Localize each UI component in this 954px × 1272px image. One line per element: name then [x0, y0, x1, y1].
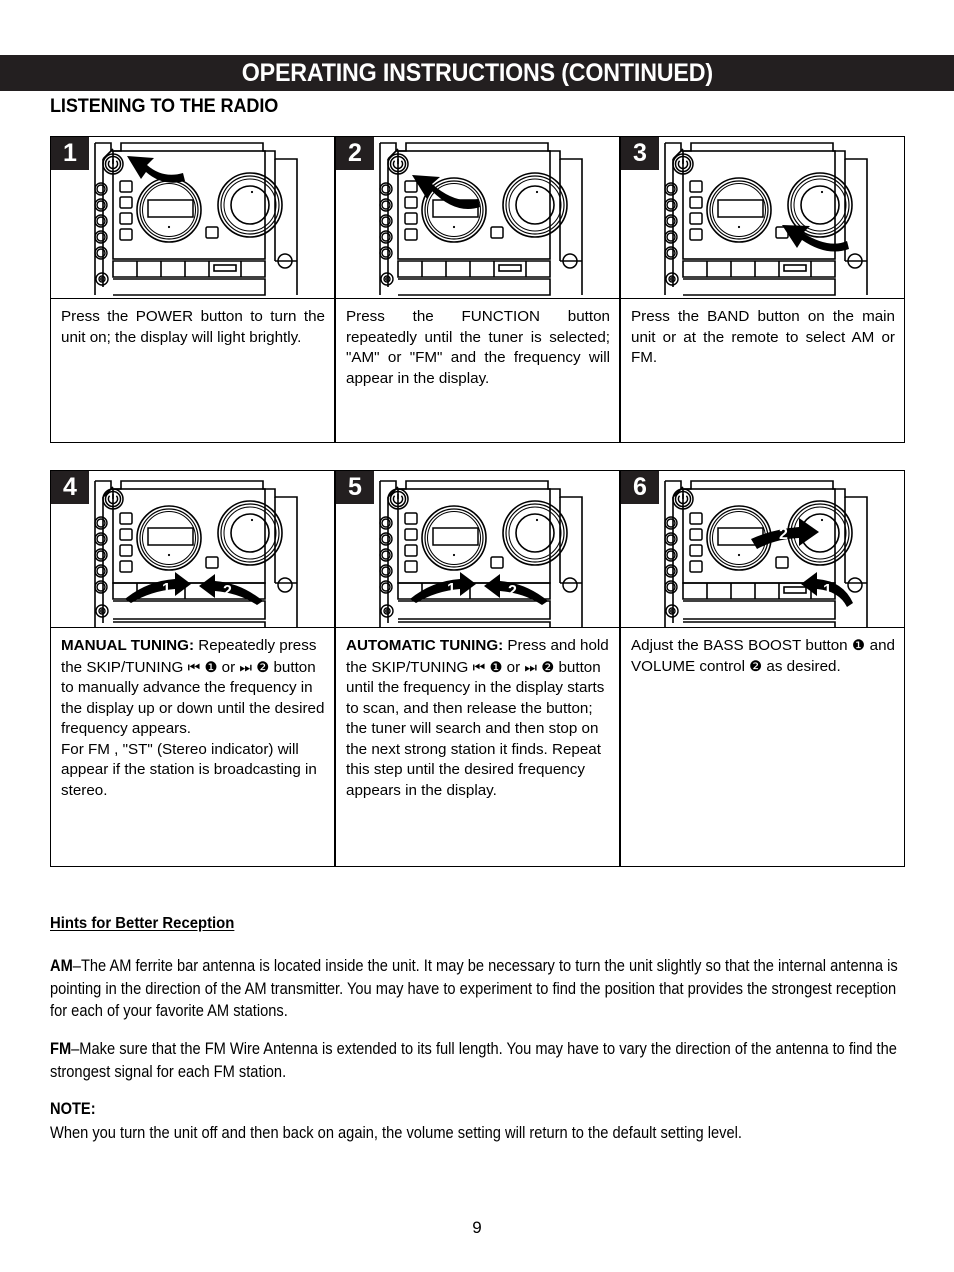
stereo-unit-illustration: 2 1 [664, 480, 868, 627]
hints-heading: Hints for Better Reception [50, 915, 235, 932]
note-paragraph: When you turn the unit off and then back… [50, 1122, 906, 1145]
step-1-text: Press the POWER button to turn the unit … [61, 308, 325, 346]
power-button-icon [102, 153, 124, 175]
step-6-number: 6 [621, 471, 659, 504]
section-heading: LISTENING TO THE RADIO [50, 96, 279, 117]
am-text: –The AM ferrite bar antenna is located i… [50, 957, 898, 1020]
page-header-bar: OPERATING INSTRUCTIONS (CONTINUED) [0, 55, 954, 91]
step-6-text-box: Adjust the BASS BOOST button ❶ and VOLUM… [620, 627, 905, 867]
step-5: 5 1 2 AUTOMATIC TUNING: Press and hold t… [335, 470, 620, 867]
page-number: 9 [472, 1218, 482, 1237]
step-4-diagram: 4 1 2 [50, 470, 335, 627]
step-3-text: Press the BAND button on the main unit o… [631, 308, 895, 366]
step-1-diagram: 1 [50, 136, 335, 298]
step-2: 2 Press the FUNCTION button repeatedly u… [335, 136, 620, 443]
power-button-icon [387, 153, 409, 175]
callout-1-label: 1 [447, 581, 456, 598]
step-6: 6 2 1 Adjust the BASS BOOST button ❶ and… [620, 470, 905, 867]
am-paragraph: AM–The AM ferrite bar antenna is located… [50, 955, 906, 1023]
callout-2-label: 2 [223, 583, 232, 600]
note-text: When you turn the unit off and then back… [50, 1124, 742, 1142]
step-2-diagram: 2 [335, 136, 620, 298]
power-button-icon [672, 153, 694, 175]
fm-text: –Make sure that the FM Wire Antenna is e… [50, 1040, 897, 1081]
stereo-unit-illustration: 1 2 [94, 480, 298, 627]
step-4-text: MANUAL TUNING: Repeatedly press the SKIP… [61, 637, 325, 799]
step-4-text-box: MANUAL TUNING: Repeatedly press the SKIP… [50, 627, 335, 867]
step-2-number: 2 [336, 137, 374, 170]
arrow-to-band-button [782, 225, 849, 252]
step-5-text-box: AUTOMATIC TUNING: Press and hold the SKI… [335, 627, 620, 867]
stereo-unit-illustration [94, 142, 298, 296]
power-button-icon [387, 488, 409, 510]
fm-label: FM [50, 1040, 72, 1058]
step-1-number: 1 [51, 137, 89, 170]
step-3-diagram: 3 [620, 136, 905, 298]
manual-page: OPERATING INSTRUCTIONS (CONTINUED) LISTE… [0, 0, 954, 1272]
step-4: 4 1 2 MANUAL TUNING: Repeatedly press th… [50, 470, 335, 867]
note-heading: NOTE: [50, 1100, 96, 1118]
step-6-text: Adjust the BASS BOOST button ❶ and VOLUM… [631, 637, 896, 675]
stereo-unit-illustration [664, 142, 868, 296]
arrow-to-power-button [127, 156, 185, 183]
am-label: AM [50, 957, 73, 975]
step-1-text-box: Press the POWER button to turn the unit … [50, 298, 335, 443]
stereo-unit-illustration [379, 142, 583, 296]
step-5-text: AUTOMATIC TUNING: Press and hold the SKI… [346, 637, 609, 799]
step-2-text: Press the FUNCTION button repeatedly unt… [346, 308, 610, 387]
callout-2-label: 2 [779, 526, 788, 543]
step-4-number: 4 [51, 471, 89, 504]
step-3-text-box: Press the BAND button on the main unit o… [620, 298, 905, 443]
power-button-icon [672, 488, 694, 510]
fm-paragraph: FM–Make sure that the FM Wire Antenna is… [50, 1038, 906, 1083]
step-1: 1 Press the POWER button to turn the uni… [50, 136, 335, 443]
step-3: 3 Press the BAND button on the main unit… [620, 136, 905, 443]
callout-1-label: 1 [823, 582, 832, 599]
page-title: OPERATING INSTRUCTIONS (CONTINUED) [241, 58, 713, 87]
callout-1-label: 1 [162, 581, 171, 598]
power-button-icon [102, 488, 124, 510]
step-6-diagram: 6 2 1 [620, 470, 905, 627]
step-5-number: 5 [336, 471, 374, 504]
callout-2-label: 2 [508, 583, 517, 600]
step-3-number: 3 [621, 137, 659, 170]
stereo-unit-illustration: 1 2 [379, 480, 583, 627]
step-5-diagram: 5 1 2 [335, 470, 620, 627]
step-2-text-box: Press the FUNCTION button repeatedly unt… [335, 298, 620, 443]
